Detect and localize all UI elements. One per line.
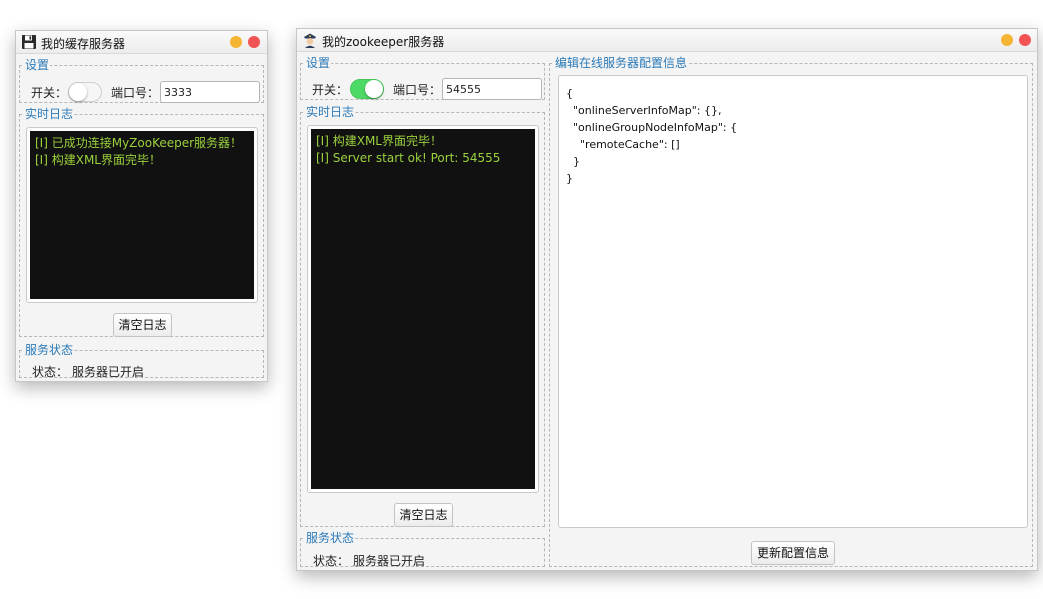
config-legend: 编辑在线服务器配置信息 <box>555 56 688 70</box>
log-area[interactable]: [I] 已成功连接MyZooKeeper服务器！ [I] 构建XML界面完毕！ <box>26 127 258 303</box>
status-value: 服务器已开启 <box>353 554 426 568</box>
switch-label: 开关： <box>312 83 349 97</box>
switch-label: 开关： <box>31 86 68 100</box>
code-line: "onlineGroupNodeInfoMap": { <box>566 121 738 134</box>
minimize-button[interactable] <box>1001 34 1013 46</box>
log-group: 实时日志 [I] 构建XML界面完毕！ [I] Server start ok!… <box>300 106 545 527</box>
status-label: 状态： <box>313 554 350 568</box>
floppy-disk-icon <box>22 35 36 49</box>
log-console: [I] 构建XML界面完毕！ [I] Server start ok! Port… <box>311 129 535 489</box>
log-line: [I] Server start ok! Port: 54555 <box>316 151 501 165</box>
zookeeper-server-window: 我的zookeeper服务器 设置 开关： 端口号： 实时日志 [I] 构建XM… <box>296 28 1038 571</box>
log-console: [I] 已成功连接MyZooKeeper服务器！ [I] 构建XML界面完毕！ <box>30 131 254 299</box>
status-group: 服务状态 状态： 服务器已开启 <box>19 343 264 379</box>
log-line: [I] 构建XML界面完毕！ <box>316 134 442 148</box>
config-group: 编辑在线服务器配置信息 { "onlineServerInfoMap": {},… <box>549 57 1033 567</box>
police-officer-icon <box>304 33 316 48</box>
minimize-button[interactable] <box>230 36 242 48</box>
window-title: 我的zookeeper服务器 <box>322 35 445 49</box>
close-button[interactable] <box>248 36 260 48</box>
server-switch-toggle[interactable] <box>68 82 102 102</box>
settings-legend: 设置 <box>25 58 50 72</box>
clear-log-button[interactable]: 清空日志 <box>113 313 172 337</box>
close-button[interactable] <box>1019 34 1031 46</box>
code-line: "onlineServerInfoMap": {}, <box>566 104 722 117</box>
code-line: } <box>566 155 580 168</box>
log-legend: 实时日志 <box>25 107 74 121</box>
settings-group: 设置 开关： 端口号： <box>19 59 264 103</box>
settings-legend: 设置 <box>306 56 331 70</box>
log-legend: 实时日志 <box>306 105 355 119</box>
log-area[interactable]: [I] 构建XML界面完毕！ [I] Server start ok! Port… <box>307 125 539 493</box>
port-input[interactable] <box>160 81 260 103</box>
log-line: [I] 构建XML界面完毕！ <box>35 153 161 167</box>
title-bar[interactable]: 我的zookeeper服务器 <box>297 29 1037 52</box>
status-label: 状态： <box>32 365 69 379</box>
window-title: 我的缓存服务器 <box>41 37 126 51</box>
status-legend: 服务状态 <box>306 531 355 545</box>
code-line: "remoteCache": [] <box>566 138 680 151</box>
port-label: 端口号： <box>393 83 442 97</box>
status-group: 服务状态 状态： 服务器已开启 <box>300 531 545 568</box>
server-switch-toggle[interactable] <box>350 79 384 99</box>
title-bar[interactable]: 我的缓存服务器 <box>16 31 267 54</box>
status-legend: 服务状态 <box>25 343 74 357</box>
clear-log-button[interactable]: 清空日志 <box>394 503 453 527</box>
settings-group: 设置 开关： 端口号： <box>300 57 545 100</box>
port-input[interactable] <box>442 78 542 100</box>
cache-server-window: 我的缓存服务器 设置 开关： 端口号： 实时日志 [I] 已成功连接MyZooK… <box>15 30 268 382</box>
status-value: 服务器已开启 <box>72 365 145 379</box>
config-editor[interactable]: { "onlineServerInfoMap": {}, "onlineGrou… <box>558 75 1028 528</box>
log-group: 实时日志 [I] 已成功连接MyZooKeeper服务器！ [I] 构建XML界… <box>19 108 264 337</box>
code-line: { <box>566 87 573 100</box>
toggle-knob <box>69 83 87 101</box>
log-line: [I] 已成功连接MyZooKeeper服务器！ <box>35 136 243 150</box>
code-line: } <box>566 172 573 185</box>
port-label: 端口号： <box>111 86 160 100</box>
toggle-knob <box>365 80 383 98</box>
update-config-button[interactable]: 更新配置信息 <box>751 541 835 565</box>
